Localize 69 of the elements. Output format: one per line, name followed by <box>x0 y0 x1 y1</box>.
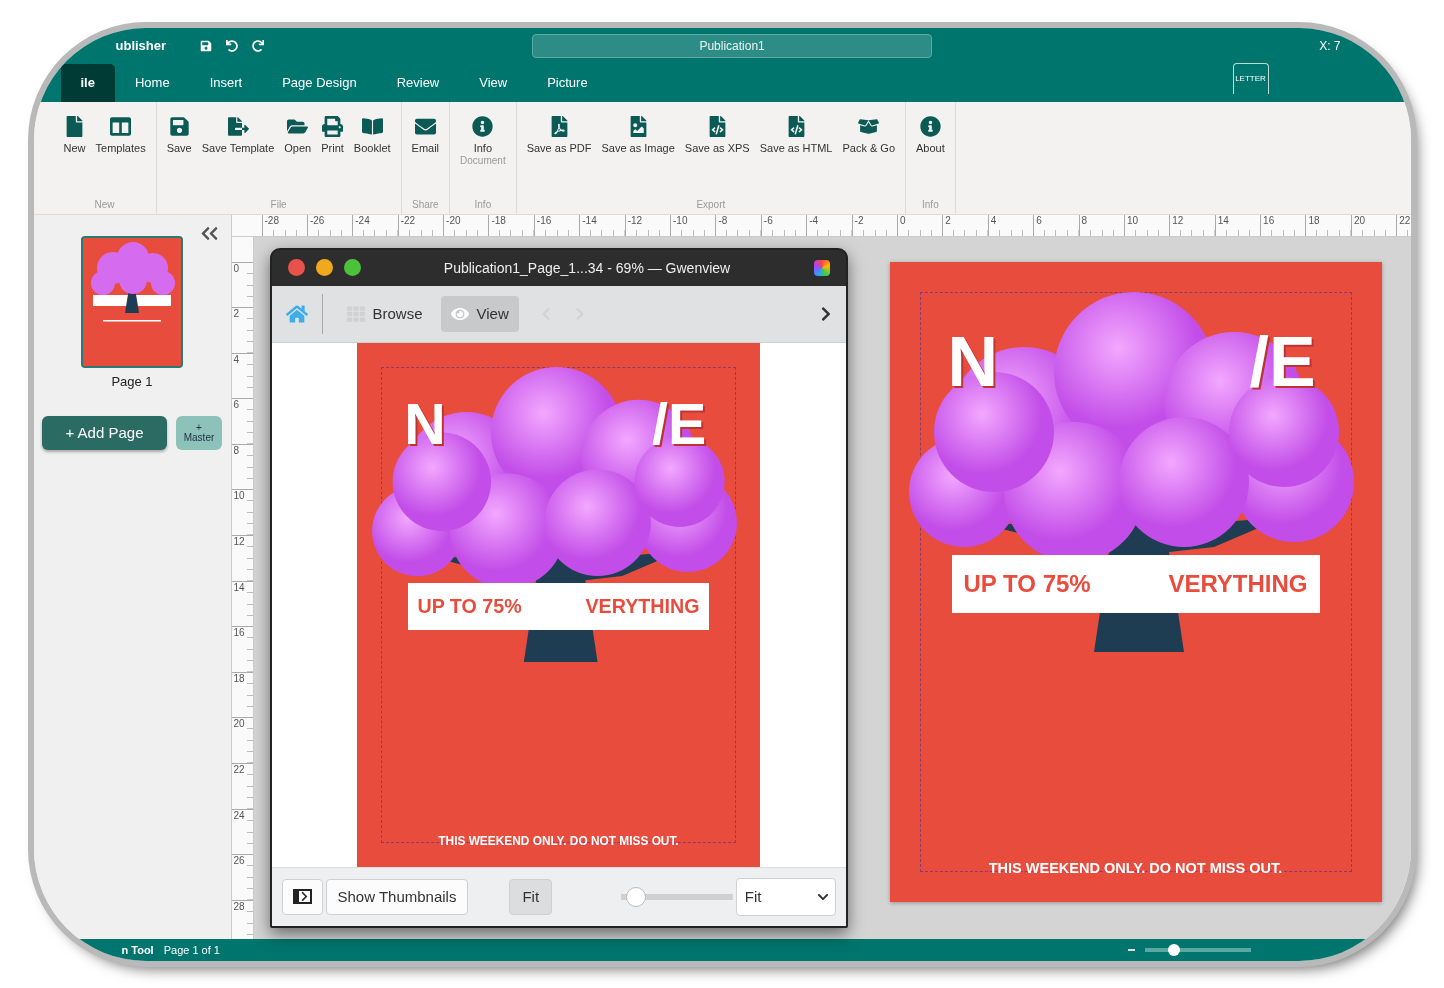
menu-tab[interactable]: ile <box>60 63 115 102</box>
ribbon-button[interactable]: Save Template <box>197 111 279 199</box>
ribbon-button[interactable]: Save as Image <box>597 111 679 199</box>
menu-tab[interactable]: Picture <box>527 63 608 102</box>
sidebar-toggle-button[interactable] <box>281 878 323 915</box>
page-label: Page 1 <box>111 373 153 389</box>
panel-toggle-icon <box>292 889 312 904</box>
poster-tagline: THIS WEEKEND ONLY. DO NOT MISS OUT. <box>987 860 1284 877</box>
banner-text: VERYTHING <box>585 595 700 618</box>
save-icon <box>168 115 190 137</box>
save-icon[interactable] <box>200 39 213 52</box>
print-icon <box>322 115 344 137</box>
ribbon-button[interactable]: Pack & Go <box>838 111 899 199</box>
banner-text: UP TO 75% <box>963 569 1091 598</box>
book-icon <box>361 115 383 137</box>
fit-button[interactable]: Fit <box>509 878 553 915</box>
mode-tab[interactable]: Browse <box>336 295 433 332</box>
add-page-button[interactable]: + Add Page <box>42 415 167 450</box>
banner-text: VERYTHING <box>1168 569 1308 598</box>
mode-tab[interactable]: View <box>440 295 519 332</box>
document-title: Publication1 <box>532 33 933 58</box>
horizontal-ruler: -28 -26 -24 -22 -20 -18 -16 -14 -12 -10 -8 -6 -4 -2 0 2 4 6 8 10 12 14 16 18 20 22 <box>231 214 1411 237</box>
group-label: Share <box>411 198 439 210</box>
minimize-button[interactable] <box>315 259 333 276</box>
columns-icon <box>110 115 132 137</box>
ribbon-button[interactable]: Print <box>317 111 348 199</box>
menu-tab[interactable]: Home <box>114 63 190 102</box>
window-title: Publication1_Page_1...34 - 69% — Gwenview <box>442 259 732 276</box>
ribbon-button[interactable]: Save <box>162 111 196 199</box>
ribbon-button[interactable]: Save as PDF <box>522 111 596 199</box>
maximize-button[interactable] <box>343 259 361 276</box>
menu-tab[interactable]: Page Design <box>262 63 377 102</box>
ribbon-button[interactable]: Save as XPS <box>680 111 754 199</box>
app-title: ublisher <box>115 38 167 53</box>
menu-tab[interactable]: View <box>459 63 528 102</box>
menu-tab[interactable]: Insert <box>189 63 263 102</box>
file-icon <box>64 115 85 137</box>
menu-tab[interactable]: Review <box>376 63 460 102</box>
ribbon-button[interactable]: Open <box>280 111 316 199</box>
file-arrow-icon <box>227 115 249 137</box>
ribbon-button[interactable]: New <box>59 111 90 199</box>
status-tool: n Tool <box>121 943 154 956</box>
zoom-out-icon[interactable] <box>1127 948 1135 951</box>
cursor-coordinates: X: 7 <box>1319 38 1341 53</box>
undo-icon[interactable] <box>226 39 239 52</box>
poster-tagline: THIS WEEKEND ONLY. DO NOT MISS OUT. <box>437 833 680 848</box>
info-icon <box>472 115 494 137</box>
group-label: Info <box>474 198 492 210</box>
group-label: Export <box>696 198 726 210</box>
ribbon-button[interactable]: Email <box>407 111 444 199</box>
banner-text: UP TO 75% <box>417 595 522 618</box>
master-button[interactable]: + Master <box>176 415 222 450</box>
close-button[interactable] <box>287 259 305 276</box>
app-icon <box>813 259 830 276</box>
info-icon <box>919 115 941 137</box>
page-count: Page 1 of 1 <box>163 943 220 956</box>
group-label: Info <box>922 198 939 210</box>
page-size-tab[interactable]: LETTER <box>1232 62 1269 94</box>
redo-icon[interactable] <box>252 39 265 52</box>
vertical-ruler: 0 2 4 6 8 10 12 14 16 18 20 22 24 26 28 <box>231 236 254 939</box>
ribbon-button[interactable]: About <box>912 111 949 199</box>
ribbon-button[interactable]: Booklet <box>349 111 395 199</box>
ribbon-button[interactable]: Save as HTML <box>755 111 837 199</box>
ribbon-button[interactable]: Templates <box>91 111 150 199</box>
show-thumbnails-button[interactable]: Show Thumbnails <box>325 878 469 915</box>
ribbon-button[interactable]: Info Document <box>456 111 510 199</box>
group-label: File <box>270 198 287 210</box>
group-label: New <box>94 198 115 210</box>
zoom-mode-dropdown[interactable]: Fit <box>735 877 836 916</box>
